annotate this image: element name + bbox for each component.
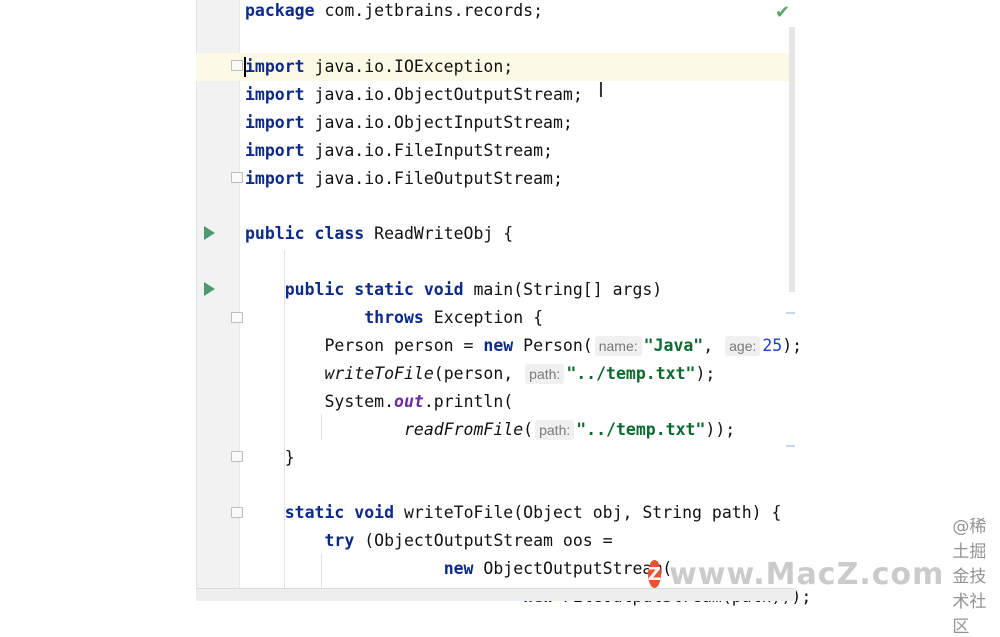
- code-line[interactable]: import java.io.ObjectInputStream;: [245, 111, 573, 139]
- code-token: java.io.ObjectInputStream;: [304, 113, 573, 132]
- fold-method2-icon[interactable]: [231, 507, 243, 518]
- code-line[interactable]: import java.io.FileInputStream;: [245, 139, 553, 167]
- code-token: "../temp.txt": [566, 364, 696, 383]
- code-token: writeToFile(Object obj, String path) {: [394, 503, 782, 522]
- code-token: 25: [762, 336, 783, 355]
- fold-imports-end-icon[interactable]: [231, 172, 243, 183]
- code-line[interactable]: import java.io.ObjectOutputStream;: [245, 83, 583, 111]
- code-token: ReadWriteObj {: [364, 224, 514, 243]
- code-token: import: [245, 169, 305, 188]
- code-token: new: [483, 336, 514, 355]
- code-line[interactable]: package com.jetbrains.records;: [245, 0, 543, 27]
- code-editor[interactable]: package com.jetbrains.records; import jav…: [245, 0, 811, 606]
- code-token: import: [245, 141, 305, 160]
- run-main-icon[interactable]: [204, 282, 215, 296]
- error-stripe-marker[interactable]: [786, 312, 795, 314]
- code-token: import: [245, 113, 305, 132]
- code-token: (person,: [433, 364, 524, 383]
- code-token: );: [695, 364, 716, 383]
- code-token: .println(: [423, 392, 514, 411]
- code-token: static void: [284, 503, 395, 522]
- code-line[interactable]: static void writeToFile(Object obj, Stri…: [245, 501, 782, 529]
- code-token: writeToFile: [324, 364, 434, 383]
- fold-imports-icon[interactable]: [231, 60, 243, 71]
- code-line[interactable]: throws Exception {: [245, 306, 543, 334]
- watermark-logo: Z: [648, 560, 662, 588]
- code-token: Person person =: [245, 336, 484, 355]
- inspection-ok-check-icon[interactable]: ✔: [775, 2, 790, 23]
- code-line[interactable]: new ObjectOutputStream(: [245, 557, 673, 585]
- code-token: Person(: [513, 336, 593, 355]
- parameter-hint: path:: [535, 420, 575, 440]
- watermark-text: www.MacZ.com: [669, 556, 945, 592]
- code-token: System.: [245, 392, 395, 411]
- parameter-hint: name:: [594, 336, 642, 356]
- code-token: ));: [705, 420, 736, 439]
- code-token: readFromFile: [403, 420, 524, 439]
- code-line[interactable]: writeToFile(person, path: "../temp.txt");: [245, 362, 715, 390]
- code-line[interactable]: import java.io.IOException;: [245, 55, 513, 83]
- code-line[interactable]: Person person = new Person(name: "Java", …: [245, 334, 802, 362]
- code-token: ,: [703, 336, 724, 355]
- run-class-icon[interactable]: [204, 226, 215, 240]
- code-token: public static void: [284, 280, 464, 299]
- code-token: (: [523, 420, 534, 439]
- code-token: Exception {: [423, 308, 544, 327]
- code-line[interactable]: }: [245, 446, 295, 474]
- code-line[interactable]: public static void main(String[] args): [245, 278, 663, 306]
- code-token: );: [782, 336, 803, 355]
- code-line[interactable]: import java.io.FileOutputStream;: [245, 167, 563, 195]
- parameter-hint: path:: [525, 364, 565, 384]
- code-token: java.io.ObjectOutputStream;: [304, 85, 583, 104]
- code-token: main(String[] args): [463, 280, 663, 299]
- code-token: com.jetbrains.records;: [314, 1, 544, 20]
- code-line[interactable]: public class ReadWriteObj {: [245, 222, 513, 250]
- code-token: new: [443, 559, 474, 578]
- code-token: "../temp.txt": [576, 420, 706, 439]
- code-token: out: [394, 392, 424, 411]
- watermark-cn-text: @稀土掘金技术社区: [952, 516, 987, 637]
- fold-method-icon[interactable]: [231, 312, 243, 323]
- parameter-hint: age:: [725, 336, 761, 356]
- code-line[interactable]: try (ObjectOutputStream oos =: [245, 529, 613, 557]
- fold-method-end-icon[interactable]: [231, 451, 243, 462]
- mouse-ibeam-cursor-icon: I: [598, 78, 604, 102]
- code-token: import: [245, 57, 305, 76]
- watermark: Z www.MacZ.com @稀土掘金技术社区: [648, 517, 1000, 637]
- editor-scrollbar[interactable]: [789, 27, 795, 292]
- code-token: "Java": [643, 336, 704, 355]
- code-token: public class: [245, 224, 365, 243]
- code-token: }: [245, 448, 295, 467]
- code-token: java.io.FileOutputStream;: [304, 169, 563, 188]
- code-token: import: [245, 85, 305, 104]
- code-token: try: [324, 531, 355, 550]
- code-token: throws: [364, 308, 424, 327]
- code-token: package: [245, 1, 315, 20]
- code-token: (ObjectOutputStream oos =: [354, 531, 613, 550]
- code-line[interactable]: System.out.println(: [245, 390, 513, 418]
- error-stripe-marker[interactable]: [786, 445, 795, 447]
- code-token: java.io.FileInputStream;: [304, 141, 553, 160]
- code-token: ObjectOutputStream(: [473, 559, 673, 578]
- code-token: java.io.IOException;: [304, 57, 514, 76]
- code-line[interactable]: readFromFile(path: "../temp.txt"));: [245, 418, 735, 446]
